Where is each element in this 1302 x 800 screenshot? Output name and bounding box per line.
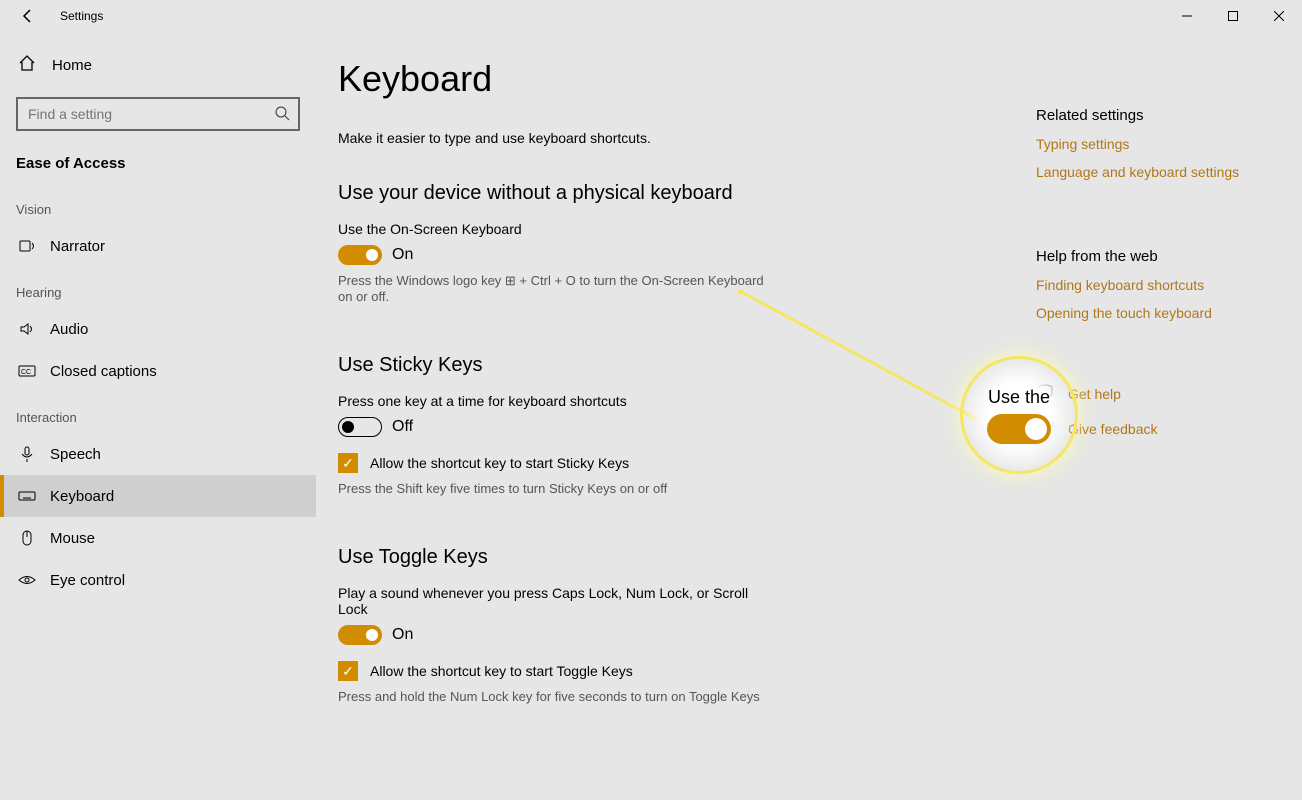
togglekeys-help: Press and hold the Num Lock key for five… (338, 689, 768, 704)
microphone-icon (18, 445, 36, 463)
sticky-checkbox[interactable]: ✓ (338, 453, 358, 473)
titlebar: Settings (0, 0, 1302, 32)
sticky-toggle[interactable] (338, 417, 382, 437)
feedback-icon (1036, 418, 1054, 439)
section-hearing-title: Hearing (0, 267, 316, 308)
search-input[interactable] (16, 97, 300, 131)
sticky-checkbox-label: Allow the shortcut key to start Sticky K… (370, 455, 629, 471)
sidebar-item-label: Speech (50, 446, 101, 463)
related-title: Related settings (1036, 107, 1296, 124)
osk-heading: Use your device without a physical keybo… (338, 182, 1018, 205)
sidebar-item-label: Narrator (50, 238, 105, 255)
sidebar-item-label: Closed captions (50, 363, 157, 380)
sidebar-item-keyboard[interactable]: Keyboard (0, 475, 316, 517)
link-touch-keyboard[interactable]: Opening the touch keyboard (1036, 305, 1296, 321)
app-title: Settings (60, 9, 103, 23)
mouse-icon (18, 529, 36, 547)
osk-state: On (392, 246, 413, 264)
link-keyboard-shortcuts[interactable]: Finding keyboard shortcuts (1036, 277, 1296, 293)
link-get-help[interactable]: Get help (1036, 383, 1296, 404)
sidebar-item-eyecontrol[interactable]: Eye control (0, 559, 316, 601)
link-give-feedback-label: Give feedback (1068, 421, 1158, 437)
sidebar-item-narrator[interactable]: Narrator (0, 225, 316, 267)
osk-help: Press the Windows logo key ⊞ + Ctrl + O … (338, 273, 768, 304)
audio-icon (18, 320, 36, 338)
sidebar: Home Ease of Access Vision Narrator Hear… (0, 32, 316, 800)
arrow-left-icon (20, 8, 36, 24)
close-icon (1274, 11, 1284, 21)
sidebar-home[interactable]: Home (0, 42, 316, 89)
section-interaction-title: Interaction (0, 392, 316, 433)
sidebar-item-closedcaptions[interactable]: CC Closed captions (0, 350, 316, 392)
sidebar-item-label: Keyboard (50, 488, 114, 505)
cc-icon: CC (18, 362, 36, 380)
webhelp-title: Help from the web (1036, 248, 1296, 265)
sidebar-item-mouse[interactable]: Mouse (0, 517, 316, 559)
link-get-help-label: Get help (1068, 386, 1121, 402)
link-language-settings[interactable]: Language and keyboard settings (1036, 164, 1296, 180)
osk-toggle[interactable] (338, 245, 382, 265)
togglekeys-checkbox[interactable]: ✓ (338, 661, 358, 681)
link-typing-settings[interactable]: Typing settings (1036, 136, 1296, 152)
right-column: Related settings Typing settings Languag… (1036, 107, 1296, 453)
link-give-feedback[interactable]: Give feedback (1036, 418, 1296, 439)
sidebar-group-title: Ease of Access (0, 145, 316, 184)
help-icon (1036, 383, 1054, 404)
sticky-help: Press the Shift key five times to turn S… (338, 481, 768, 496)
window-controls (1164, 0, 1302, 32)
sticky-state: Off (392, 418, 413, 436)
togglekeys-toggle[interactable] (338, 625, 382, 645)
osk-label: Use the On-Screen Keyboard (338, 221, 1018, 237)
keyboard-icon (18, 487, 36, 505)
sidebar-item-speech[interactable]: Speech (0, 433, 316, 475)
sticky-heading: Use Sticky Keys (338, 354, 1018, 377)
close-button[interactable] (1256, 0, 1302, 32)
minimize-button[interactable] (1164, 0, 1210, 32)
sidebar-item-label: Mouse (50, 530, 95, 547)
togglekeys-checkbox-label: Allow the shortcut key to start Toggle K… (370, 663, 633, 679)
section-vision-title: Vision (0, 184, 316, 225)
page-title: Keyboard (338, 58, 1018, 100)
togglekeys-heading: Use Toggle Keys (338, 546, 1018, 569)
sidebar-item-audio[interactable]: Audio (0, 308, 316, 350)
sidebar-home-label: Home (52, 57, 92, 74)
back-button[interactable] (8, 0, 48, 32)
page-lead: Make it easier to type and use keyboard … (338, 130, 1018, 146)
sidebar-item-label: Audio (50, 321, 88, 338)
eye-icon (18, 571, 36, 589)
home-icon (18, 54, 36, 77)
minimize-icon (1182, 11, 1192, 21)
togglekeys-label: Play a sound whenever you press Caps Loc… (338, 585, 768, 617)
maximize-button[interactable] (1210, 0, 1256, 32)
sticky-label: Press one key at a time for keyboard sho… (338, 393, 1018, 409)
maximize-icon (1228, 11, 1238, 21)
main-content: Keyboard Make it easier to type and use … (338, 52, 1018, 800)
svg-text:CC: CC (21, 369, 31, 376)
togglekeys-state: On (392, 626, 413, 644)
narrator-icon (18, 237, 36, 255)
sidebar-item-label: Eye control (50, 572, 125, 589)
